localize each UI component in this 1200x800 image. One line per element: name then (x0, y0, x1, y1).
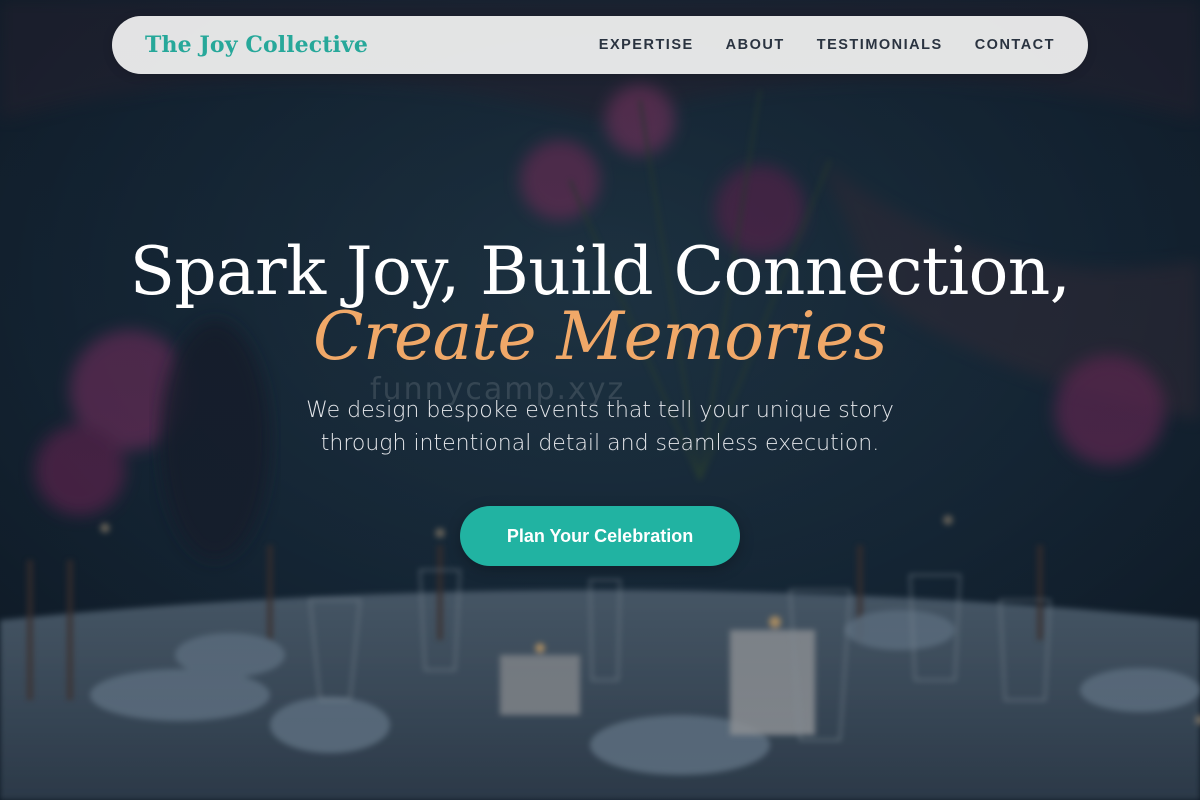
hero-title: Spark Joy, Build Connection, Create Memo… (0, 232, 1200, 370)
brand-logo[interactable]: The Joy Collective (145, 32, 368, 58)
hero-subtitle: We design bespoke events that tell your … (250, 394, 950, 460)
hero-title-accent: Create Memories (312, 298, 888, 375)
nav-link-about[interactable]: ABOUT (726, 37, 785, 53)
nav-links: EXPERTISE ABOUT TESTIMONIALS CONTACT (599, 37, 1055, 53)
plan-celebration-button[interactable]: Plan Your Celebration (460, 506, 740, 566)
hero-section: Spark Joy, Build Connection, Create Memo… (0, 232, 1200, 460)
top-navbar: The Joy Collective EXPERTISE ABOUT TESTI… (112, 16, 1088, 74)
nav-link-contact[interactable]: CONTACT (975, 37, 1055, 53)
nav-link-expertise[interactable]: EXPERTISE (599, 37, 694, 53)
hero-subtitle-line1: We design bespoke events that tell your … (306, 398, 894, 423)
nav-link-testimonials[interactable]: TESTIMONIALS (817, 37, 943, 53)
hero-subtitle-line2: through intentional detail and seamless … (320, 431, 880, 456)
